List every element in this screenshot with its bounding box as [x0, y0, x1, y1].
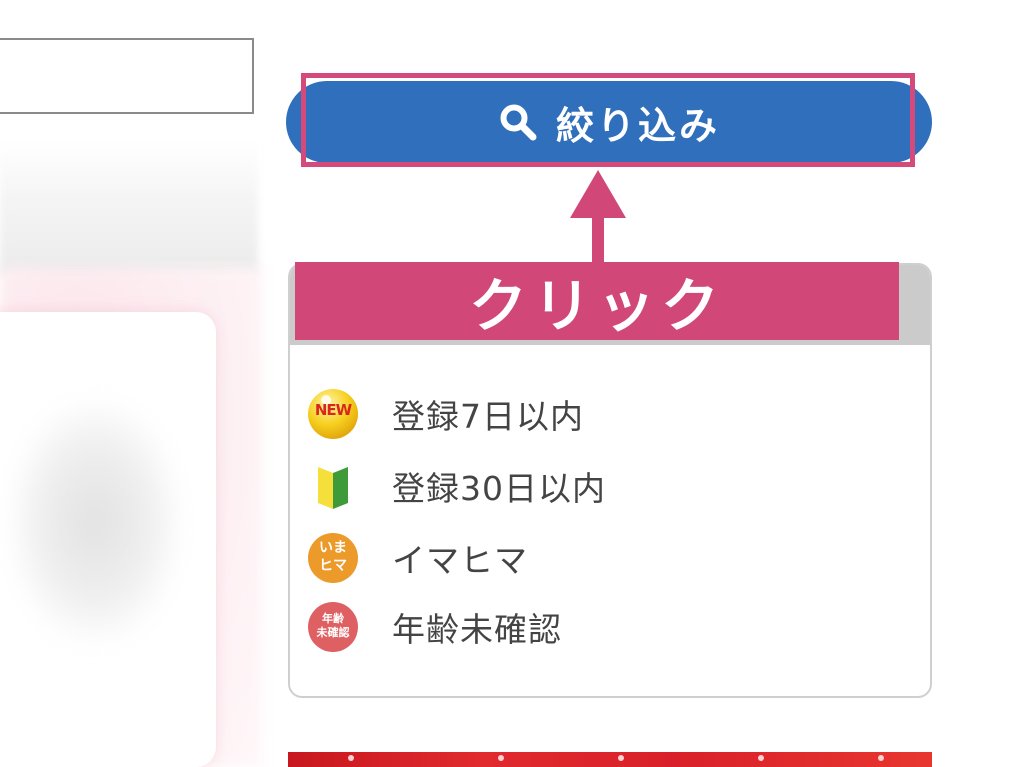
imahima-badge-line1: いま: [319, 540, 347, 556]
search-input[interactable]: [0, 38, 254, 114]
click-annotation: クリック: [295, 262, 899, 340]
sparkle: [618, 755, 624, 761]
legend-item-age-unverified: 年齢 未確認 年齢未確認: [306, 600, 906, 654]
blurred-photo: [10, 402, 180, 642]
legend-item-imahima: いま ヒマ イマヒマ: [306, 531, 906, 585]
arrow-up-icon: [570, 170, 626, 265]
sparkle: [878, 755, 884, 761]
new-badge-text: NEW: [314, 401, 352, 419]
imahima-badge-line2: ヒマ: [319, 558, 347, 574]
legend-item-new: NEW 登録7日以内: [306, 387, 906, 441]
age-badge-line1: 年齢: [322, 612, 344, 625]
promo-banner[interactable]: [288, 752, 932, 767]
legend-label-age-unverified: 年齢未確認: [392, 610, 562, 649]
filter-button[interactable]: 絞り込み: [286, 81, 932, 163]
filter-button-label: 絞り込み: [555, 103, 720, 148]
legend-label-new: 登録7日以内: [392, 397, 584, 436]
legend-label-beginner: 登録30日以内: [392, 469, 606, 508]
profile-card[interactable]: [0, 312, 216, 767]
background-band: [0, 140, 258, 276]
legend-item-beginner: 登録30日以内: [306, 459, 906, 513]
sparkle: [758, 755, 764, 761]
sparkle: [498, 755, 504, 761]
beginner-mark-icon: [318, 467, 348, 509]
age-badge-line2: 未確認: [316, 626, 350, 639]
search-icon: [500, 104, 537, 141]
sparkle: [348, 755, 354, 761]
legend-label-imahima: イマヒマ: [392, 541, 528, 580]
